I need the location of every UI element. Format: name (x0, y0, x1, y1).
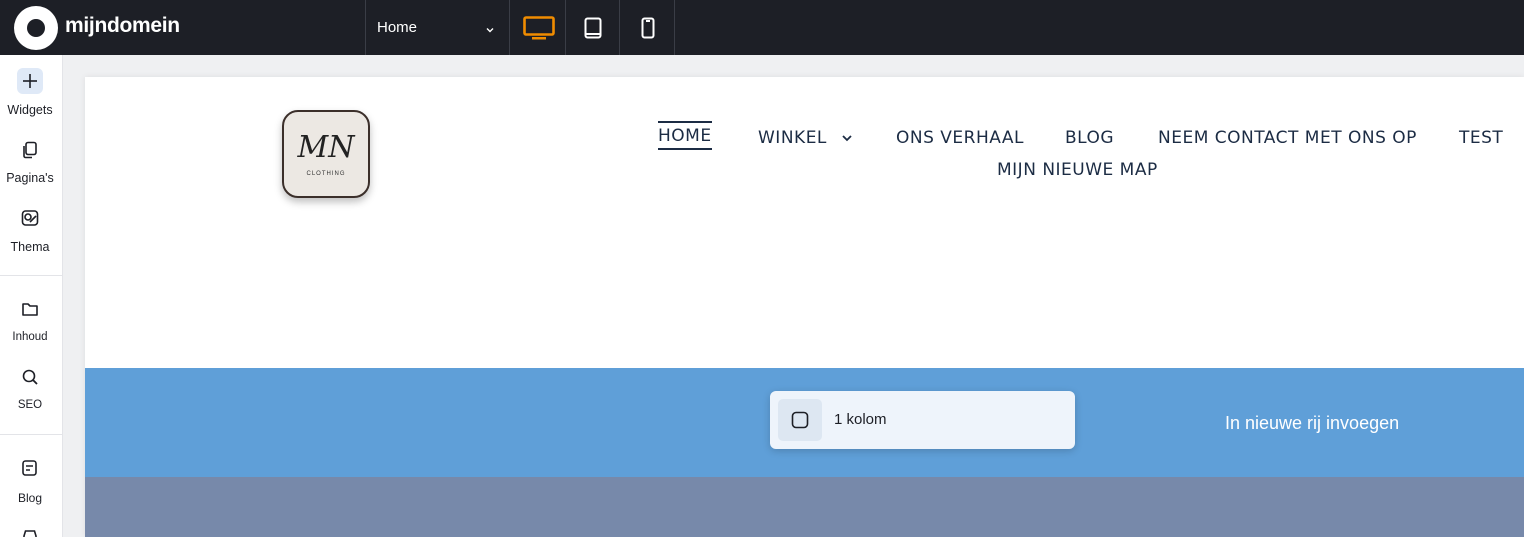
theme-icon (17, 205, 43, 231)
top-bar: mijndomein Home (0, 0, 1524, 55)
tablet-view-button[interactable] (565, 0, 620, 55)
seo-search-icon (17, 364, 43, 390)
section-row-gray[interactable] (85, 477, 1524, 537)
nav-home[interactable]: HOME (658, 121, 712, 150)
column-layout-popover[interactable]: 1 kolom (770, 391, 1075, 449)
sidebar-item-label: SEO (17, 399, 43, 411)
sidebar-item-blog[interactable]: Blog (0, 455, 63, 519)
folder-icon (17, 296, 43, 322)
desktop-icon (522, 15, 555, 39)
site-logo[interactable]: MN CLOTHING (282, 110, 370, 198)
sidebar-item-shop[interactable] (0, 523, 63, 537)
section-row-blue[interactable]: 1 kolom In nieuwe rij invoegen (85, 368, 1524, 477)
sidebar-item-label: Pagina's (6, 171, 54, 185)
left-sidebar: Widgets Pagina's Thema Inhoud SEO Blog (0, 55, 63, 537)
sidebar-item-content[interactable]: Inhoud (0, 296, 63, 360)
nav-test[interactable]: TEST (1459, 128, 1503, 148)
blog-icon (17, 455, 43, 481)
chevron-down-icon (842, 135, 852, 142)
logo-monogram: MN (297, 130, 355, 165)
website-canvas[interactable]: MN CLOTHING HOME WINKEL ONS VERHAAL BLOG… (85, 77, 1524, 537)
nav-blog[interactable]: BLOG (1065, 128, 1114, 148)
divider (674, 0, 675, 55)
sidebar-item-theme[interactable]: Thema (0, 205, 63, 269)
sidebar-divider (0, 275, 63, 276)
chevron-down-icon (485, 22, 495, 40)
divider (509, 0, 510, 55)
sidebar-item-seo[interactable]: SEO (0, 364, 63, 428)
sidebar-divider (0, 434, 63, 435)
sidebar-item-widgets[interactable]: Widgets (0, 68, 63, 132)
nav-winkel[interactable]: WINKEL (758, 128, 853, 148)
nav-winkel-label: WINKEL (758, 128, 827, 148)
brand-name: mijndomein (65, 14, 180, 37)
mobile-icon (641, 17, 654, 38)
sidebar-item-label: Widgets (7, 103, 53, 117)
sidebar-item-label: Thema (10, 240, 50, 254)
sidebar-item-label: Blog (17, 491, 43, 505)
insert-new-row-button[interactable]: In nieuwe rij invoegen (1225, 413, 1399, 434)
tablet-icon (584, 17, 601, 38)
brand-logo-icon[interactable] (14, 6, 58, 50)
nav-mijn-nieuwe-map[interactable]: MIJN NIEUWE MAP (997, 160, 1158, 180)
single-column-icon (778, 399, 822, 441)
page-selector[interactable]: Home (366, 0, 509, 55)
sidebar-item-label: Inhoud (12, 331, 48, 343)
mobile-view-button[interactable] (620, 0, 675, 55)
nav-ons-verhaal[interactable]: ONS VERHAAL (896, 128, 1024, 148)
page-selector-value: Home (377, 19, 418, 36)
nav-contact[interactable]: NEEM CONTACT MET ONS OP (1158, 128, 1417, 148)
shop-icon (17, 523, 43, 537)
logo-subtitle: CLOTHING (306, 171, 346, 177)
one-column-option: 1 kolom (834, 411, 887, 428)
sidebar-item-pages[interactable]: Pagina's (0, 137, 63, 201)
plus-icon (17, 68, 43, 94)
pages-icon (17, 137, 43, 163)
desktop-view-button[interactable] (511, 0, 566, 55)
